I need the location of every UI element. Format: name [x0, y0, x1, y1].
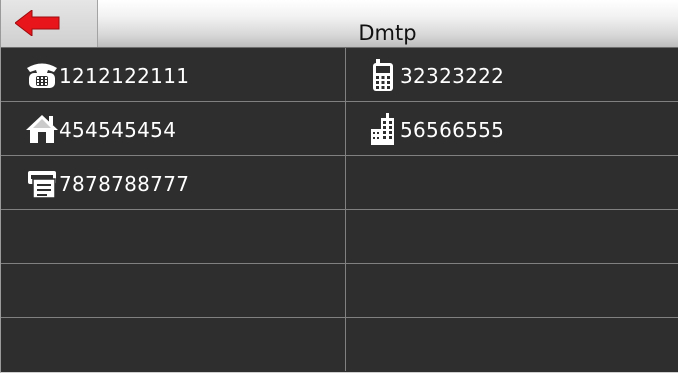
phone-number-fax: 7878788777 [59, 171, 190, 196]
grid-row [1, 210, 678, 264]
empty-cell [346, 264, 678, 317]
phone-number-home: 454545454 [59, 117, 177, 142]
empty-cell [346, 318, 678, 371]
phone-entry-fax[interactable]: 7878788777 [1, 156, 346, 209]
office-building-icon [366, 112, 400, 145]
phone-number-mobile: 32323222 [400, 63, 505, 88]
grid-row: 454545454 56566555 [1, 102, 678, 156]
phone-entry-telephone[interactable]: 1212122111 [1, 48, 346, 101]
empty-cell [346, 210, 678, 263]
grid-row [1, 264, 678, 318]
contact-detail-screen: Dmtp 1212122111 32323222 454545454 56566… [0, 0, 678, 373]
empty-cell [1, 210, 346, 263]
home-icon [25, 113, 59, 145]
telephone-icon [25, 59, 59, 91]
grid-row: 1212122111 32323222 [1, 48, 678, 102]
page-title: Dmtp [358, 21, 417, 45]
empty-cell [346, 156, 678, 209]
phone-number-office: 56566555 [400, 117, 505, 142]
fax-icon [25, 167, 59, 199]
grid-row: 7878788777 [1, 156, 678, 210]
phone-entry-mobile[interactable]: 32323222 [346, 48, 678, 101]
grid-row [1, 318, 678, 371]
back-arrow-icon [15, 10, 60, 36]
mobile-phone-icon [366, 58, 400, 91]
empty-cell [1, 264, 346, 317]
phone-entry-home[interactable]: 454545454 [1, 102, 346, 155]
phone-entry-office[interactable]: 56566555 [346, 102, 678, 155]
back-button[interactable] [1, 0, 98, 47]
phone-number-telephone: 1212122111 [59, 63, 190, 88]
title-bar: Dmtp [1, 0, 678, 48]
phone-number-grid: 1212122111 32323222 454545454 56566555 7… [1, 48, 678, 371]
empty-cell [1, 318, 346, 371]
